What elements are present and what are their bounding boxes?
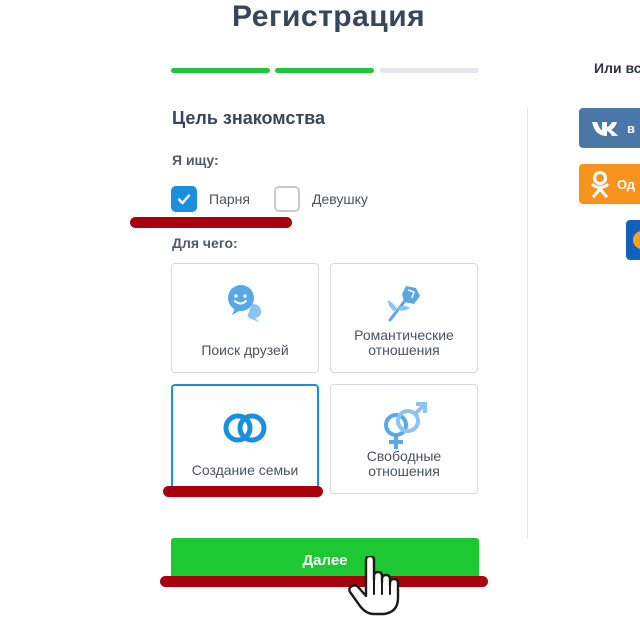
annotation-underline (130, 217, 292, 228)
card-romantic[interactable]: Романтические отношения (330, 263, 478, 373)
gender-symbols-icon (384, 402, 427, 449)
card-find-friends[interactable]: Поиск друзей (171, 263, 319, 373)
progress-step-2 (275, 68, 374, 73)
vk-login-button[interactable]: в (579, 108, 640, 148)
hand-cursor-icon (348, 556, 400, 616)
checkbox-box[interactable] (171, 186, 197, 212)
page-title: Регистрация (232, 0, 426, 33)
progress-step-3 (380, 68, 479, 73)
chat-bubbles-icon (228, 285, 261, 322)
looking-for-label: Я ищу: (172, 152, 219, 168)
checkbox-guy-label: Парня (209, 191, 250, 207)
vk-login-label: в (627, 120, 635, 136)
column-divider (527, 108, 528, 538)
section-title: Цель знакомства (172, 108, 325, 128)
checkbox-guy[interactable]: Парня (171, 186, 250, 212)
progress-bar (171, 68, 479, 73)
mailru-login-button[interactable] (626, 220, 640, 260)
rings-icon (223, 413, 267, 443)
vk-logo-icon (592, 122, 618, 136)
annotation-underline (160, 576, 488, 587)
card-label: Свободные отношения (366, 448, 442, 479)
card-label: Поиск друзей (201, 342, 289, 358)
ok-login-button[interactable]: Од (579, 164, 640, 204)
progress-step-1 (171, 68, 270, 73)
purpose-label: Для чего: (172, 235, 238, 251)
card-label: Создание семьи (191, 462, 299, 478)
social-login-label: Или вс (594, 60, 640, 76)
mailru-logo-icon (633, 231, 640, 249)
card-label: Романтические отношения (354, 327, 454, 358)
ok-login-label: Од (617, 176, 636, 192)
checkmark-icon (177, 194, 191, 205)
checkbox-girl-label: Девушку (312, 191, 368, 207)
flower-icon (388, 286, 420, 322)
checkbox-box[interactable] (274, 186, 300, 212)
card-create-family[interactable]: Создание семьи (171, 384, 319, 494)
odnoklassniki-logo-icon (591, 170, 609, 198)
checkbox-girl[interactable]: Девушку (274, 186, 368, 212)
registration-screen: Регистрация Цель знакомства Я ищу: Парня… (0, 0, 640, 620)
annotation-underline (163, 486, 323, 497)
card-free-relations[interactable]: Свободные отношения (330, 384, 478, 494)
